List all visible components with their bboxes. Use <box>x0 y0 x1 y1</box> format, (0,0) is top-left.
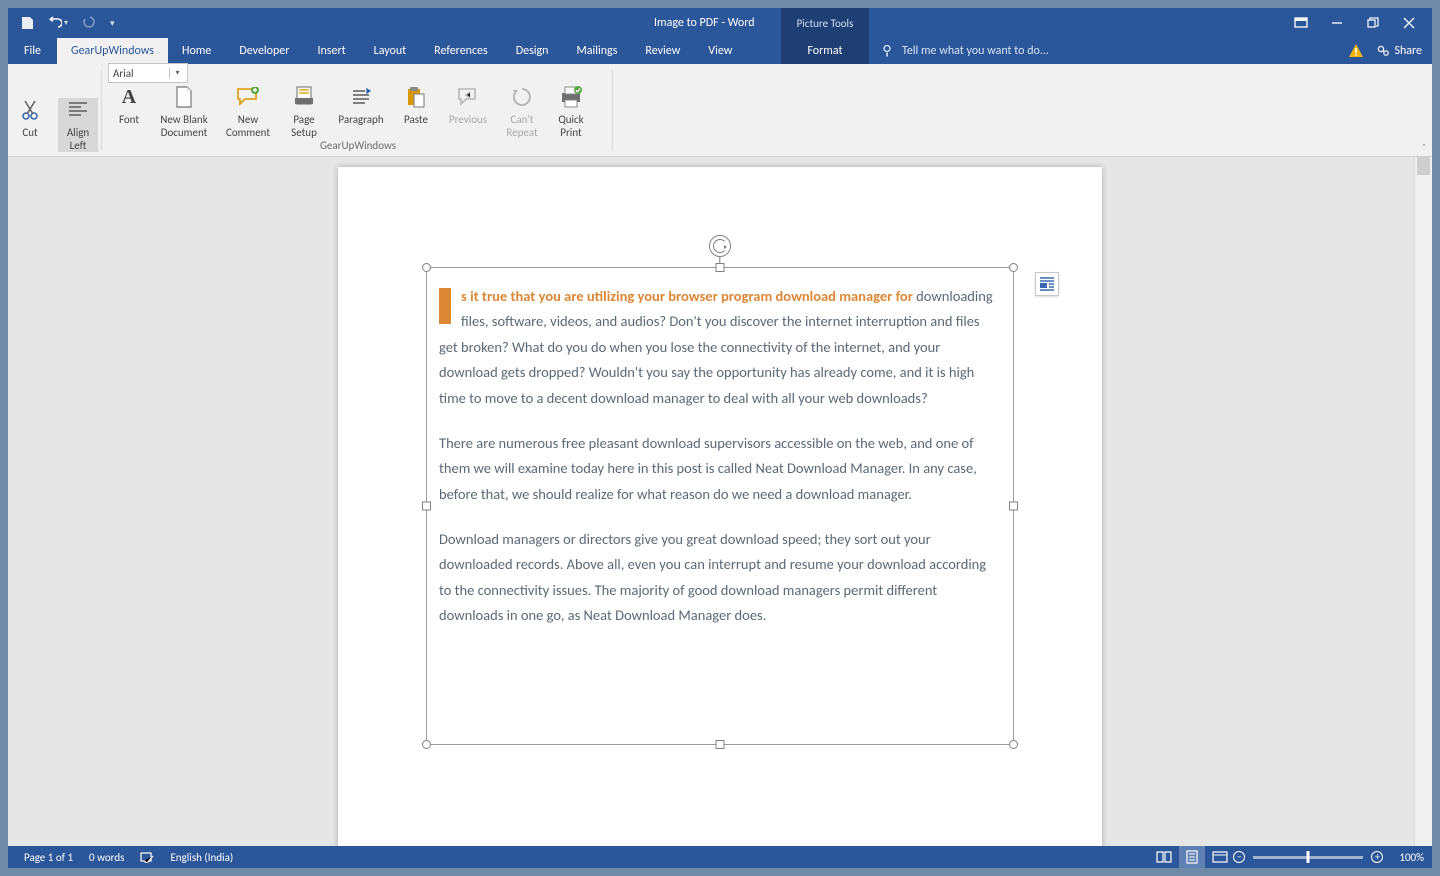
cant-repeat-button: Can't Repeat <box>502 85 542 139</box>
resize-handle-ne[interactable] <box>1009 263 1018 272</box>
page-indicator[interactable]: Page 1 of 1 <box>16 851 81 864</box>
document-content: s it true that you are utilizing your br… <box>439 284 1001 649</box>
page[interactable]: s it true that you are utilizing your br… <box>338 167 1102 846</box>
print-layout-button[interactable] <box>1179 846 1205 868</box>
new-blank-document-button[interactable]: New Blank Document <box>156 85 212 139</box>
tab-design[interactable]: Design <box>502 38 563 64</box>
tab-insert[interactable]: Insert <box>303 38 359 64</box>
tab-references[interactable]: References <box>420 38 502 64</box>
font-dialog-button[interactable]: A Font <box>112 85 146 126</box>
resize-handle-se[interactable] <box>1009 740 1018 749</box>
printer-icon <box>559 85 583 109</box>
vertical-scrollbar[interactable] <box>1414 157 1432 846</box>
resize-handle-w[interactable] <box>422 502 431 511</box>
web-layout-button[interactable] <box>1207 846 1233 868</box>
zoom-slider[interactable] <box>1253 856 1363 859</box>
clipboard-icon <box>406 85 426 109</box>
contextual-tab-header: Picture Tools <box>781 8 869 38</box>
rotate-handle[interactable] <box>709 235 731 257</box>
zoom-slider-thumb[interactable] <box>1307 851 1310 863</box>
font-icon: A <box>122 85 136 109</box>
paste-button[interactable]: Paste <box>398 85 434 126</box>
paragraph-button[interactable]: Paragraph <box>334 85 388 126</box>
quick-access-toolbar: ▾ ▾ <box>8 8 115 38</box>
status-bar: Page 1 of 1 0 words English (India) − + … <box>8 846 1432 868</box>
warning-icon[interactable] <box>1348 43 1364 59</box>
resize-handle-nw[interactable] <box>422 263 431 272</box>
resize-handle-n[interactable] <box>716 263 725 272</box>
window-title: Image to PDF - Word <box>115 16 1294 30</box>
share-button[interactable]: Share <box>1376 44 1422 58</box>
comment-icon <box>236 85 260 109</box>
ribbon: Cut Align Left ▾ A Fo <box>8 64 1432 157</box>
zoom-control: − + 100% <box>1233 851 1424 864</box>
document-area[interactable]: s it true that you are utilizing your br… <box>8 157 1432 846</box>
picture-selection-frame[interactable]: s it true that you are utilizing your br… <box>426 267 1014 745</box>
tab-developer[interactable]: Developer <box>225 38 303 64</box>
read-mode-button[interactable] <box>1151 846 1177 868</box>
align-left-button[interactable]: Align Left <box>58 98 98 152</box>
tab-mailings[interactable]: Mailings <box>562 38 631 64</box>
word-count[interactable]: 0 words <box>81 851 132 864</box>
window-controls <box>1294 8 1432 38</box>
align-left-icon <box>68 98 88 122</box>
zoom-in-button[interactable]: + <box>1371 851 1383 863</box>
save-button[interactable] <box>20 8 34 38</box>
chevron-down-icon[interactable]: ▾ <box>169 68 185 78</box>
drop-cap <box>439 288 451 324</box>
layout-options-button[interactable] <box>1035 272 1059 296</box>
repeat-icon <box>511 85 533 109</box>
page-setup-icon <box>293 85 315 109</box>
paragraph-icon <box>351 85 371 109</box>
ribbon-tabs: File GearUpWindows Home Developer Insert… <box>8 38 1432 64</box>
tab-file[interactable]: File <box>8 38 57 64</box>
tell-me-input[interactable]: Tell me what you want to do... <box>880 38 1292 64</box>
page-setup-button[interactable]: Page Setup <box>284 85 324 139</box>
restore-button[interactable] <box>1366 16 1380 30</box>
previous-icon <box>457 85 479 109</box>
new-comment-button[interactable]: New Comment <box>222 85 274 139</box>
title-bar: ▾ ▾ Image to PDF - Word Picture Tools <box>8 8 1432 38</box>
resize-handle-sw[interactable] <box>422 740 431 749</box>
ribbon-group-label: GearUpWindows <box>320 139 396 152</box>
tab-layout[interactable]: Layout <box>360 38 421 64</box>
tab-view[interactable]: View <box>694 38 746 64</box>
resize-handle-e[interactable] <box>1009 502 1018 511</box>
scrollbar-thumb[interactable] <box>1417 157 1430 175</box>
document-icon <box>174 85 194 109</box>
view-buttons <box>1151 846 1233 868</box>
paragraph-2: There are numerous free pleasant downloa… <box>439 431 1001 507</box>
first-line: s it true that you are utilizing your br… <box>461 287 913 305</box>
font-name-combo[interactable]: ▾ <box>108 63 188 83</box>
font-name-input[interactable] <box>109 67 169 80</box>
zoom-level[interactable]: 100% <box>1391 851 1424 864</box>
redo-button[interactable] <box>82 8 96 38</box>
collapse-ribbon-button[interactable]: ˆ <box>1422 141 1426 154</box>
spellcheck-icon[interactable] <box>132 851 162 863</box>
quick-print-button[interactable]: Quick Print <box>552 85 590 139</box>
paragraph-3: Download managers or directors give you … <box>439 527 1001 629</box>
tab-review[interactable]: Review <box>631 38 694 64</box>
close-button[interactable] <box>1402 16 1416 30</box>
zoom-out-button[interactable]: − <box>1233 851 1245 863</box>
ribbon-display-icon[interactable] <box>1294 16 1308 30</box>
undo-button[interactable]: ▾ <box>48 8 68 38</box>
minimize-button[interactable] <box>1330 16 1344 30</box>
cut-button[interactable]: Cut <box>12 98 48 139</box>
scissors-icon <box>21 98 39 122</box>
language-indicator[interactable]: English (India) <box>162 851 241 864</box>
resize-handle-s[interactable] <box>716 740 725 749</box>
customize-qat-button[interactable]: ▾ <box>110 8 115 38</box>
tab-format[interactable]: Format <box>781 38 869 64</box>
previous-button: Previous <box>444 85 492 126</box>
